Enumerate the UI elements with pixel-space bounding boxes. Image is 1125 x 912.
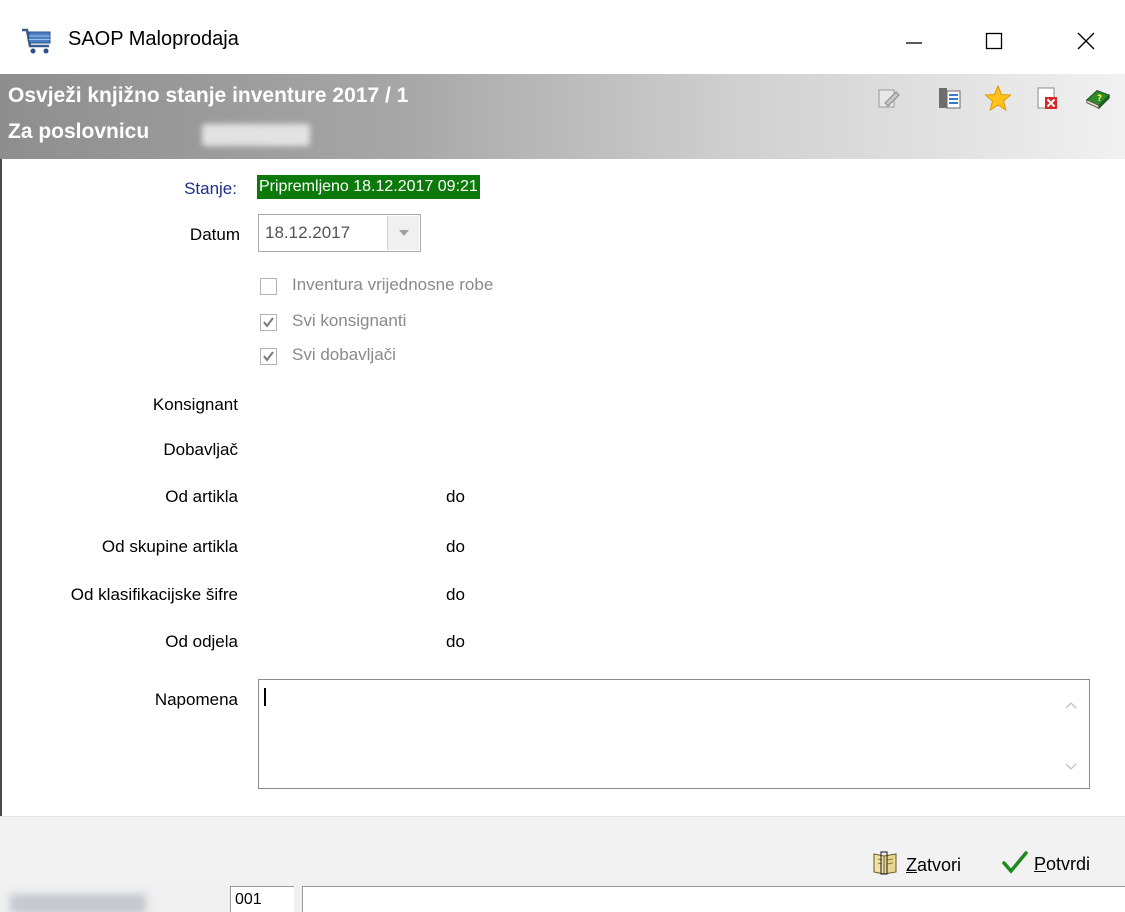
window-left-border <box>0 159 2 816</box>
svg-text:?: ? <box>1097 93 1102 103</box>
checkbox-label-inventura: Inventura vrijednosne robe <box>292 275 494 294</box>
datum-field[interactable]: 18.12.2017 <box>258 214 421 252</box>
list-icon[interactable] <box>935 84 963 112</box>
close-button[interactable] <box>1058 16 1114 66</box>
napomena-label: Napomena <box>154 690 238 709</box>
datum-label: Datum <box>189 225 240 244</box>
checkbox-svi-konsignanti[interactable] <box>260 314 277 331</box>
od-skupine-label: Od skupine artikla <box>101 537 238 556</box>
potvrdi-mnemonic: P <box>1034 854 1047 874</box>
book-close-icon <box>870 850 900 881</box>
zatvori-rest: atvori <box>917 855 962 875</box>
page-title: Osvježi knjižno stanje inventure 2017 / … <box>8 84 409 107</box>
minimize-icon <box>906 42 922 44</box>
maximize-button[interactable] <box>966 16 1022 66</box>
od-artikla-label: Od artikla <box>165 487 238 506</box>
zatvori-button[interactable]: Zatvori <box>870 850 961 881</box>
status-code-field: 001 <box>230 886 294 912</box>
chevron-down-icon[interactable] <box>387 216 419 250</box>
checkbox-label-konsignanti: Svi konsignanti <box>292 311 407 330</box>
checkmark-icon <box>1002 850 1028 879</box>
datum-value: 18.12.2017 <box>265 223 351 242</box>
favorite-star-icon[interactable] <box>984 84 1012 112</box>
potvrdi-button[interactable]: Potvrdi <box>1002 850 1090 879</box>
dobavljac-label: Dobavljač <box>163 440 238 459</box>
napomena-textarea[interactable] <box>258 679 1090 789</box>
edit-icon[interactable] <box>874 84 902 112</box>
text-caret <box>264 688 266 706</box>
button-bar: Zatvori Potvrdi <box>0 816 1125 890</box>
cart-icon <box>20 26 54 56</box>
od-klasifikacijske-label: Od klasifikacijske šifre <box>70 585 238 604</box>
branch-label: Za poslovnicu <box>8 120 150 143</box>
do-odjela-label: do <box>446 632 465 651</box>
od-odjela-label: Od odjela <box>165 632 238 651</box>
konsignant-label: Konsignant <box>152 395 238 414</box>
maximize-icon <box>985 32 1003 50</box>
close-icon <box>1077 32 1095 50</box>
status-badge: Pripremljeno 18.12.2017 09:21 <box>257 175 480 199</box>
checkmark-icon <box>263 317 274 328</box>
scroll-down-icon[interactable] <box>1065 756 1077 776</box>
zatvori-mnemonic: Z <box>906 855 917 875</box>
status-code: 001 <box>235 891 262 908</box>
branch-name-redacted <box>202 124 310 146</box>
do-artikla-label: do <box>446 487 465 506</box>
status-message-field <box>302 886 1125 912</box>
checkbox-inventura-vrijednosne-robe[interactable] <box>260 278 277 295</box>
checkmark-icon <box>263 351 274 362</box>
status-bar: 001 <box>0 884 1125 912</box>
potvrdi-rest: otvrdi <box>1046 854 1091 874</box>
window-title: SAOP Maloprodaja <box>68 28 239 50</box>
potvrdi-label: Potvrdi <box>1034 854 1090 875</box>
do-skupine-label: do <box>446 537 465 556</box>
scroll-up-icon[interactable] <box>1065 694 1077 714</box>
window-titlebar: SAOP Maloprodaja <box>0 0 1125 74</box>
checkbox-label-dobavljaci: Svi dobavljači <box>292 345 396 364</box>
status-redacted <box>10 894 146 912</box>
minimize-button[interactable] <box>886 16 942 66</box>
do-klasifikacijske-label: do <box>446 585 465 604</box>
help-book-icon[interactable]: ? <box>1084 84 1112 112</box>
checkbox-svi-dobavljaci[interactable] <box>260 348 277 365</box>
zatvori-label: Zatvori <box>906 855 961 876</box>
stanje-label: Stanje: <box>184 179 237 198</box>
delete-icon[interactable] <box>1033 84 1061 112</box>
